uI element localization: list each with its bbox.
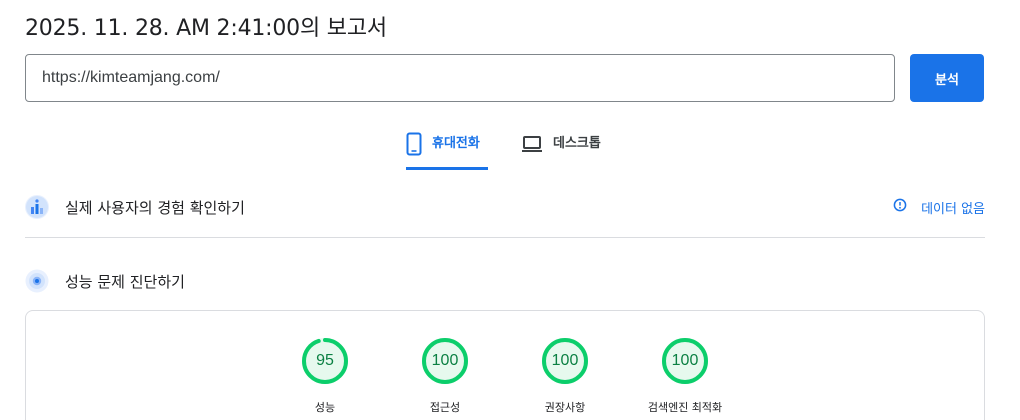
real-user-experience-section: 실제 사용자의 경험 확인하기 데이터 없음 xyxy=(25,192,985,222)
no-data-label: 데이터 없음 xyxy=(921,201,985,217)
score-ring: 95 xyxy=(301,337,349,385)
analyze-button[interactable]: 분석 xyxy=(910,54,984,102)
score-card: 95 성능 100 접근성 100 권장사항 100 검색엔진 최적화 xyxy=(25,310,985,420)
score-label: 접근성 xyxy=(429,401,461,414)
diagnose-performance-title: 성능 문제 진단하기 xyxy=(65,272,185,291)
url-input[interactable] xyxy=(25,54,895,102)
score-value: 95 xyxy=(316,352,334,369)
score-gauge-best-practices[interactable]: 100 권장사항 xyxy=(515,337,615,415)
report-title: 2025. 11. 28. AM 2:41:00의 보고서 xyxy=(25,16,387,41)
score-ring: 100 xyxy=(421,337,469,385)
tab-desktop-label: 데스크톱 xyxy=(553,136,601,151)
info-icon xyxy=(893,198,907,216)
smartphone-icon xyxy=(406,132,422,156)
score-gauge-performance[interactable]: 95 성능 xyxy=(275,337,375,415)
tab-mobile[interactable]: 휴대전화 xyxy=(406,128,488,170)
score-value: 100 xyxy=(671,352,699,369)
score-ring: 100 xyxy=(661,337,709,385)
url-bar: 분석 xyxy=(25,54,985,102)
tab-mobile-label: 휴대전화 xyxy=(432,136,480,151)
crux-chart-icon xyxy=(25,195,49,219)
laptop-icon xyxy=(521,132,543,153)
score-value: 100 xyxy=(551,352,579,369)
score-label: 권장사항 xyxy=(544,401,586,414)
device-tabs: 휴대전화 데스크톱 xyxy=(0,128,1020,170)
real-user-experience-title: 실제 사용자의 경험 확인하기 xyxy=(65,198,245,217)
section-divider xyxy=(25,237,985,238)
score-gauge-accessibility[interactable]: 100 접근성 xyxy=(395,337,495,415)
diagnose-performance-section: 성능 문제 진단하기 xyxy=(25,266,985,296)
score-label: 성능 xyxy=(314,401,336,414)
score-value: 100 xyxy=(431,352,459,369)
score-ring: 100 xyxy=(541,337,589,385)
no-data-link[interactable]: 데이터 없음 xyxy=(893,192,985,222)
lighthouse-icon xyxy=(25,269,49,293)
score-label: 검색엔진 최적화 xyxy=(647,401,723,414)
score-gauge-seo[interactable]: 100 검색엔진 최적화 xyxy=(635,337,735,415)
tab-desktop[interactable]: 데스크톱 xyxy=(521,128,601,170)
